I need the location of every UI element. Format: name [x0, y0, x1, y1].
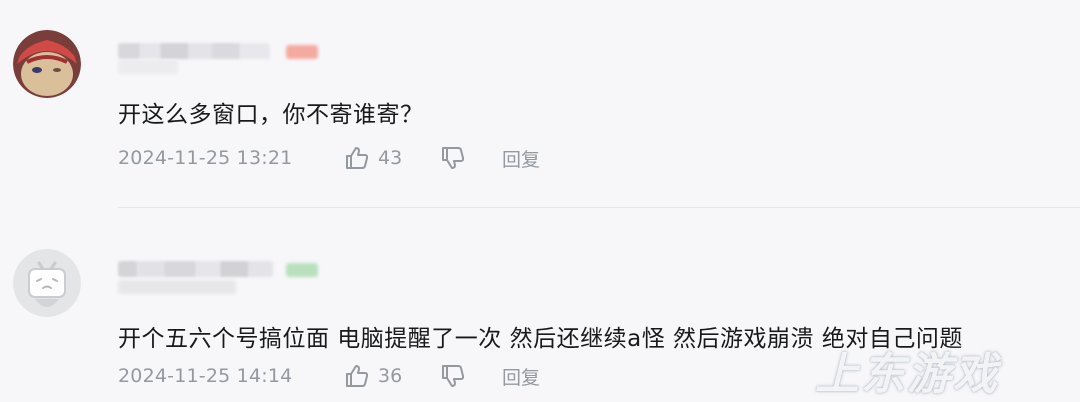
username-shadow-blurred — [118, 60, 178, 74]
username-blurred — [118, 261, 273, 277]
comment-meta: 2024-11-25 13:21 43 回复 — [118, 143, 540, 173]
thumbs-down-icon — [442, 147, 465, 169]
reply-button[interactable]: 回复 — [502, 145, 540, 172]
site-watermark: 上东游戏 — [815, 349, 999, 400]
username-blurred — [118, 43, 270, 59]
comment-text: 开这么多窗口，你不寄谁寄？ — [118, 102, 424, 128]
level-badge-blurred — [286, 263, 318, 277]
like-button[interactable]: 43 — [344, 145, 440, 171]
level-badge-blurred — [286, 45, 318, 59]
comment-time: 2024-11-25 14:14 — [118, 365, 293, 387]
user-avatar[interactable] — [13, 249, 81, 317]
user-avatar[interactable] — [13, 30, 81, 98]
comment-item-1: 开这么多窗口，你不寄谁寄？ 2024-11-25 13:21 43 回复 — [0, 0, 1080, 207]
reply-button[interactable]: 回复 — [502, 363, 540, 390]
like-count: 43 — [378, 147, 403, 169]
thumbs-down-icon — [442, 365, 465, 387]
comment-time: 2024-11-25 13:21 — [118, 147, 293, 169]
thumbs-up-icon — [346, 365, 369, 387]
like-count: 36 — [378, 365, 403, 387]
username-shadow-blurred — [118, 280, 236, 294]
thumbs-up-icon — [346, 147, 369, 169]
dislike-button[interactable] — [440, 363, 502, 389]
dislike-button[interactable] — [440, 145, 502, 171]
like-button[interactable]: 36 — [344, 363, 440, 389]
comment-meta: 2024-11-25 14:14 36 回复 — [118, 361, 540, 391]
